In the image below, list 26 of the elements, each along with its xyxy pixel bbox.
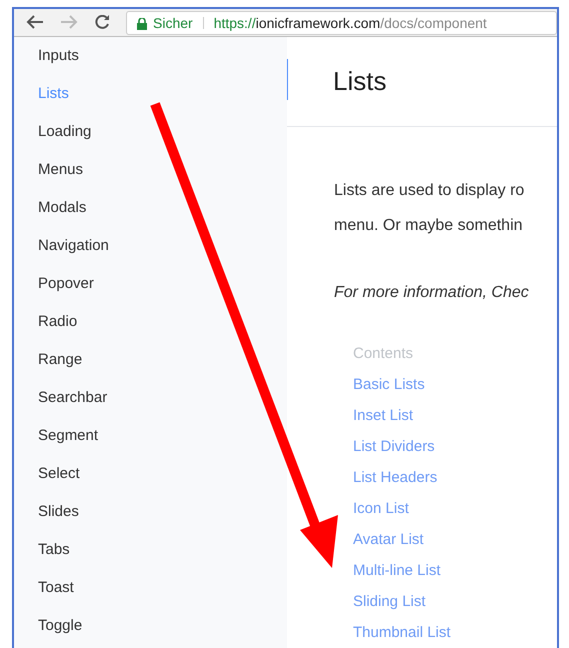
sidebar-link[interactable]: Inputs [38,44,79,68]
reload-icon[interactable] [94,14,110,28]
sidebar-link[interactable]: Tabs [38,538,70,562]
sidebar-link[interactable]: Searchbar [38,386,108,410]
sidebar-link[interactable]: Segment [38,424,98,448]
sidebar-link[interactable]: Toggle [38,614,82,638]
sidebar-link[interactable]: Navigation [38,234,109,258]
lock-icon [137,18,147,30]
url-text: https://ionicframework.com/docs/component [214,14,487,32]
sidebar-link[interactable]: Toast [38,576,74,600]
page-title: Lists [333,65,386,98]
sidebar-link[interactable]: Loading [38,120,92,144]
paragraph-line: Lists are used to display ro [334,181,524,201]
sidebar-link[interactable]: Slides [38,500,79,524]
security-label: Sicher [153,14,193,32]
sidebar-link[interactable]: Range [38,348,82,372]
back-icon[interactable] [26,14,44,28]
sidebar-link[interactable]: Menus [38,158,84,182]
sidebar-link[interactable]: Popover [38,272,94,296]
paragraph-line: menu. Or maybe somethin [334,216,523,236]
info-note: For more information, Chec [334,283,529,303]
sidebar-link[interactable]: Select [38,462,80,486]
contents-heading: Contents [353,344,414,364]
sidebar-link[interactable]: Radio [38,310,78,334]
address-bar[interactable]: Sicher https://ionicframework.com/docs/component [126,10,557,34]
sidebar-link[interactable]: Modals [38,196,86,220]
